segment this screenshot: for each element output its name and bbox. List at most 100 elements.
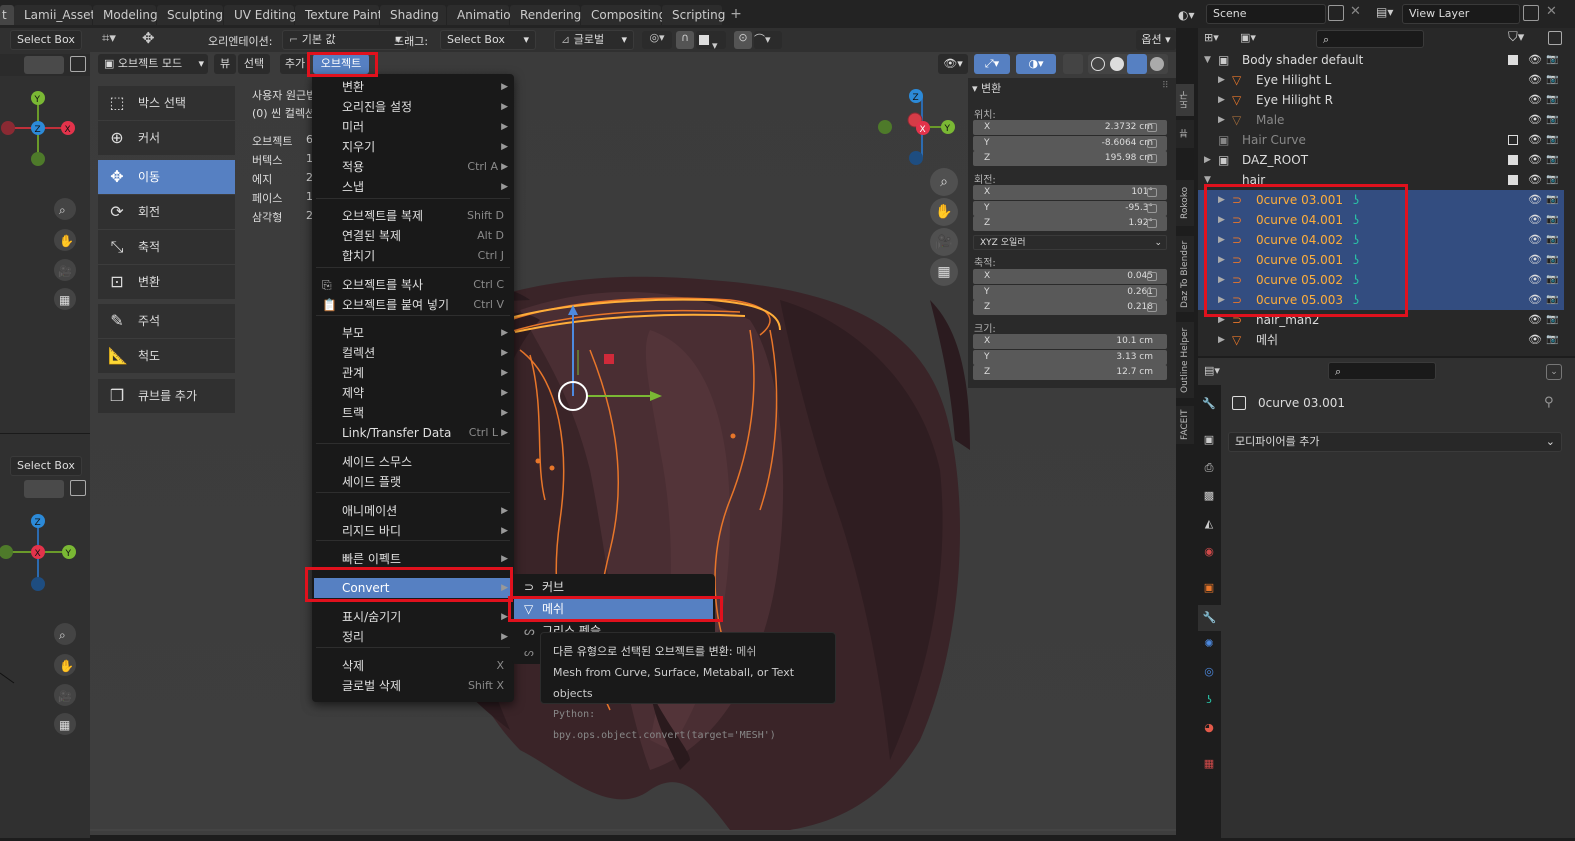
- collection-checkbox[interactable]: [1508, 135, 1518, 145]
- tool-add-cube[interactable]: ❒ 큐브를 추가: [98, 379, 235, 413]
- copy-scene-icon[interactable]: [1328, 5, 1344, 21]
- drag-handle-icon[interactable]: ⠿: [1162, 81, 1169, 91]
- workspace-tab[interactable]: Rendering: [510, 5, 581, 25]
- options-button[interactable]: 옵션 ▾: [1136, 30, 1176, 50]
- menu-item[interactable]: 📋 오브젝트를 붙여 넣기 Ctrl V: [314, 295, 512, 315]
- gizmo-toggle-icon[interactable]: ⤢▾: [974, 54, 1010, 74]
- overlay-toggle-icon[interactable]: ◑▾: [1016, 54, 1056, 74]
- lock-icon[interactable]: [1147, 219, 1157, 228]
- workspace-tab[interactable]: UV Editing: [224, 5, 297, 25]
- eye-icon[interactable]: 👁: [1528, 190, 1542, 210]
- menu-item[interactable]: 세이드 스무스: [314, 452, 512, 472]
- outliner-row[interactable]: ▶ ▽ Male 👁 📷: [1198, 110, 1564, 130]
- menu-item[interactable]: 빠른 이펙트 ▶: [314, 549, 512, 569]
- select-box-top[interactable]: Select Box: [10, 30, 82, 50]
- add-workspace-icon[interactable]: +: [728, 6, 744, 24]
- add-modifier-dropdown[interactable]: 모디파이어를 추가 ⌄: [1228, 432, 1562, 452]
- filter-icon[interactable]: ⛉▾: [1508, 30, 1524, 45]
- workspace-tab[interactable]: t: [0, 5, 14, 25]
- lock-icon[interactable]: [1147, 272, 1157, 281]
- expand-arrow-icon[interactable]: ▶: [1218, 70, 1225, 90]
- menu-item[interactable]: 애니메이션 ▶: [314, 501, 512, 521]
- render-camera-icon[interactable]: 📷: [1546, 190, 1558, 210]
- outliner-row[interactable]: ▶ ▽ Eye Hilight L 👁 📷: [1198, 70, 1564, 90]
- menu-item[interactable]: 정리 ▶: [314, 627, 512, 647]
- render-camera-icon[interactable]: 📷: [1546, 210, 1558, 230]
- eye-icon[interactable]: 👁: [1528, 130, 1542, 150]
- overlay-toggle-top[interactable]: [24, 56, 64, 74]
- eye-icon[interactable]: 👁: [1528, 170, 1542, 190]
- editor-type-icon[interactable]: ⌗▾: [102, 31, 116, 46]
- outliner-row[interactable]: ▶ ▽ Eye Hilight R 👁 📷: [1198, 90, 1564, 110]
- dimensions-field[interactable]: Y 3.13 cm: [973, 349, 1167, 365]
- scene-icon[interactable]: ◐▾: [1178, 5, 1202, 25]
- menu-item[interactable]: 관계 ▶: [314, 363, 512, 383]
- expand-arrow-icon[interactable]: ▶: [1218, 330, 1225, 350]
- dimensions-field[interactable]: Z 12.7 cm: [973, 365, 1167, 380]
- transform-pivot-icon[interactable]: ✥: [142, 29, 155, 47]
- proportional-edit-icon[interactable]: ⊙: [734, 31, 752, 49]
- camera-icon[interactable]: 🎥: [930, 228, 958, 256]
- menu-item[interactable]: 트랙 ▶: [314, 403, 512, 423]
- workspace-tab[interactable]: Compositing: [581, 5, 666, 25]
- workspace-tab[interactable]: Animation: [447, 5, 518, 25]
- close-view-layer-icon[interactable]: ✕: [1546, 4, 1557, 19]
- solid-shading-icon[interactable]: [1110, 57, 1124, 71]
- pivot-point-icon[interactable]: ◎▾: [642, 31, 672, 49]
- menu-item[interactable]: 리지드 바디 ▶: [314, 521, 512, 541]
- scale-field[interactable]: Z 0.218: [973, 300, 1167, 315]
- lock-icon[interactable]: [1147, 188, 1157, 197]
- menu-item[interactable]: 합치기 Ctrl J: [314, 246, 512, 266]
- outliner-row[interactable]: ▶ ▽ 메쉬 👁 📷: [1198, 330, 1564, 350]
- options-chevron-icon[interactable]: ⌄: [1546, 364, 1562, 380]
- rotation-mode-dropdown[interactable]: XYZ 오일러 ⌄: [973, 235, 1167, 250]
- menu-item[interactable]: 적용 Ctrl A ▶: [314, 157, 512, 177]
- world-tab-icon[interactable]: ◉: [1200, 545, 1218, 563]
- copy-view-layer-icon[interactable]: [1523, 5, 1539, 21]
- add-menu[interactable]: 추가: [280, 54, 310, 74]
- close-scene-icon[interactable]: ✕: [1350, 4, 1361, 19]
- eye-icon[interactable]: 👁: [1528, 70, 1542, 90]
- wireframe-shading-icon[interactable]: [1091, 57, 1105, 71]
- menu-item[interactable]: 부모 ▶: [314, 323, 512, 343]
- outliner-editor-icon[interactable]: ⊞▾: [1204, 31, 1234, 44]
- view-menu[interactable]: 뷰: [214, 54, 236, 74]
- render-camera-icon[interactable]: 📷: [1546, 50, 1558, 70]
- select-menu[interactable]: 선택: [238, 54, 270, 74]
- properties-editor-icon[interactable]: ▤▾: [1204, 364, 1234, 377]
- tool-rotate[interactable]: ⟳ 회전: [98, 195, 235, 229]
- render-camera-icon[interactable]: 📷: [1546, 150, 1558, 170]
- grid-perspective-icon[interactable]: ▦: [930, 258, 958, 286]
- lock-icon[interactable]: [1147, 138, 1157, 148]
- left-gizmo-bottom[interactable]: Z Y X ⌕ ✋ 🎥 ▦: [0, 508, 90, 738]
- transform-panel-header[interactable]: ▾ 변환: [972, 80, 1001, 96]
- menu-item[interactable]: 컬렉션 ▶: [314, 343, 512, 363]
- scale-field[interactable]: Y 0.261: [973, 284, 1167, 300]
- menu-item[interactable]: ⎘ 오브젝트를 복사 Ctrl C: [314, 275, 512, 295]
- menu-item[interactable]: 오브젝트를 복제 Shift D: [314, 206, 512, 226]
- xray-toggle-icon[interactable]: [1063, 54, 1083, 74]
- rotation-field[interactable]: X 101°: [973, 185, 1167, 200]
- zoom-icon[interactable]: ⌕: [930, 168, 958, 196]
- lock-icon[interactable]: [1147, 154, 1157, 163]
- mode-dropdown[interactable]: ▣ 오브젝트 모드 ▾: [98, 54, 208, 74]
- expand-arrow-icon[interactable]: ▶: [1218, 90, 1225, 110]
- tool-scale[interactable]: ⤡ 축적: [98, 230, 235, 264]
- collection-checkbox[interactable]: [1508, 55, 1518, 65]
- collection-checkbox[interactable]: [1508, 175, 1518, 185]
- overlay-toggle-bottom[interactable]: [24, 480, 64, 498]
- tool-annotate[interactable]: ✎ 주석: [98, 304, 235, 338]
- menu-item[interactable]: 변환 ▶: [314, 77, 512, 97]
- tab-outline-helper[interactable]: Outline Helper: [1176, 322, 1194, 398]
- material-shading-icon[interactable]: [1127, 54, 1147, 74]
- scale-field[interactable]: X 0.045: [973, 269, 1167, 284]
- menu-item[interactable]: 연결된 복제 Alt D: [314, 226, 512, 246]
- particles-tab-icon[interactable]: ✺: [1200, 637, 1218, 655]
- convert-to-curve[interactable]: ⊃ 커브: [514, 577, 713, 597]
- snap-icon[interactable]: ∩: [676, 31, 694, 49]
- eye-icon[interactable]: 👁: [1528, 50, 1542, 70]
- menu-item[interactable]: 글로벌 삭제 Shift X: [314, 676, 512, 696]
- rendered-shading-icon[interactable]: [1150, 57, 1164, 71]
- menu-item[interactable]: 삭제 X: [314, 656, 512, 676]
- render-camera-icon[interactable]: 📷: [1546, 230, 1558, 250]
